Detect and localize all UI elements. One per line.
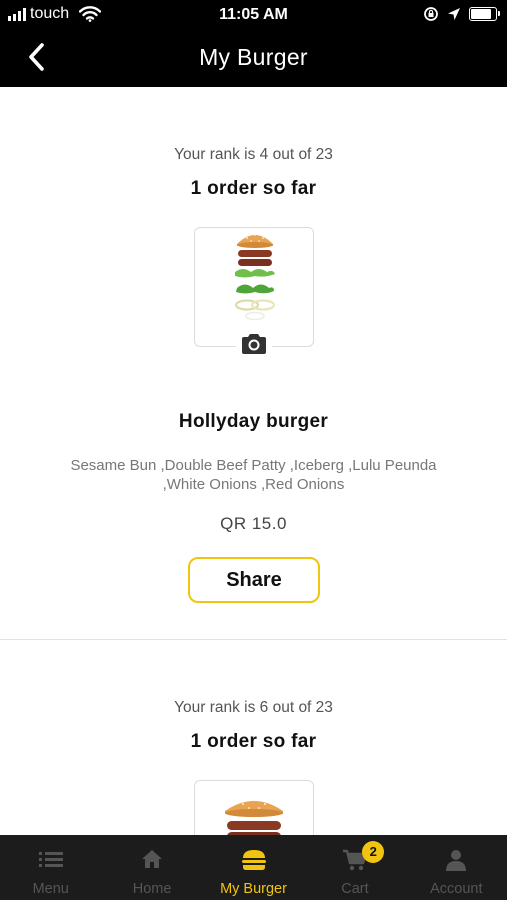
tab-label: Cart (341, 881, 369, 897)
burger-image (194, 780, 314, 835)
tab-label: Menu (32, 881, 69, 897)
burger-card: Your rank is 4 out of 23 1 order so far (0, 87, 507, 640)
tab-cart[interactable]: 2 Cart (304, 835, 405, 900)
camera-icon (242, 334, 266, 354)
order-count: 1 order so far (190, 178, 317, 199)
tab-bar: Menu Home My Burger 2 Cart Account (0, 835, 507, 900)
order-count: 1 order so far (190, 731, 317, 752)
home-icon (142, 850, 163, 868)
navigation-bar: My Burger (0, 30, 507, 87)
tab-label: Account (430, 881, 483, 897)
user-icon (446, 850, 467, 871)
rank-text: Your rank is 4 out of 23 (174, 146, 333, 163)
tab-account[interactable]: Account (406, 835, 507, 900)
rank-text: Your rank is 6 out of 23 (174, 699, 333, 716)
battery-fill (471, 9, 492, 19)
cart-count-badge: 2 (362, 841, 385, 863)
rotation-lock-icon (424, 7, 438, 21)
tab-label: My Burger (220, 881, 287, 897)
ingredients-list: Sesame Bun ,Double Beef Patty ,Iceberg ,… (70, 457, 437, 493)
status-bar: touch 11:05 AM (0, 0, 507, 30)
burger-list[interactable]: Your rank is 4 out of 23 1 order so far (0, 87, 507, 835)
burger-name: Hollyday burger (178, 411, 329, 432)
tab-home[interactable]: Home (101, 835, 202, 900)
list-icon (38, 852, 63, 867)
tab-my-burger[interactable]: My Burger (203, 835, 304, 900)
share-button[interactable]: Share (188, 557, 320, 603)
status-icons (423, 6, 500, 22)
tab-label: Home (132, 881, 172, 897)
burger-icon (241, 850, 266, 870)
camera-button[interactable] (236, 327, 272, 361)
tab-menu[interactable]: Menu (0, 835, 101, 900)
battery-icon (469, 7, 500, 21)
burger-price: QR 15.0 (220, 514, 287, 533)
location-icon (448, 8, 460, 20)
page-title: My Burger (199, 44, 308, 70)
burger-card: Your rank is 6 out of 23 1 order so far (0, 640, 507, 835)
